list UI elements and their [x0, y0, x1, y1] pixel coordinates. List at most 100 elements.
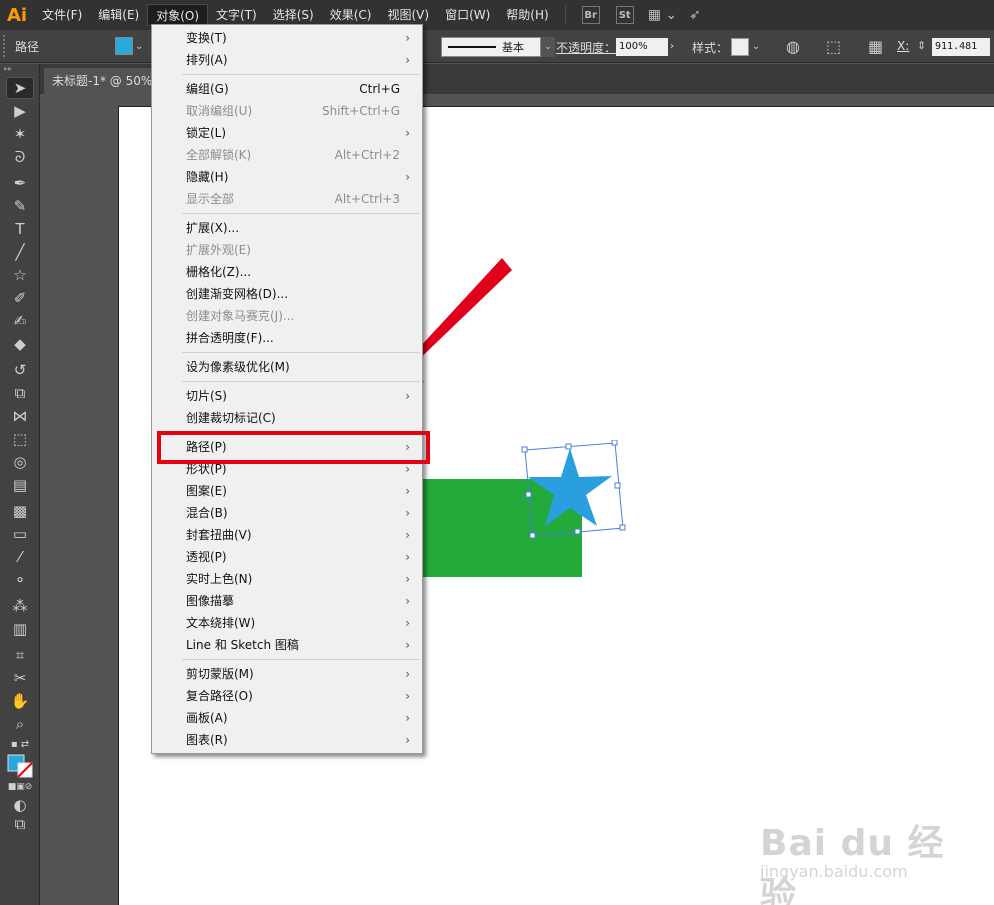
scale-tool-icon[interactable]: ⧉ — [6, 382, 34, 404]
screen-mode-icon[interactable]: ⧉ — [6, 815, 34, 833]
object-menu-item[interactable]: 隐藏(H) › — [152, 166, 422, 188]
object-menu-item[interactable]: 变换(T) › — [152, 27, 422, 49]
rotate-tool-icon[interactable]: ↺ — [6, 359, 34, 381]
object-menu-item[interactable]: 扩展(X)... — [152, 217, 422, 239]
object-menu-item[interactable]: 创建渐变网格(D)... — [152, 283, 422, 305]
object-menu-item[interactable]: 排列(A) › — [152, 49, 422, 71]
object-menu-item[interactable]: 图表(R) › — [152, 729, 422, 751]
eraser-tool-icon[interactable]: ◆ — [6, 333, 34, 355]
lasso-tool-icon[interactable]: ᘐ — [6, 146, 34, 168]
object-menu-item[interactable]: 设为像素级优化(M) — [152, 356, 422, 378]
menu-item-label: 变换(T) — [186, 31, 227, 45]
star-tool-icon[interactable]: ☆ — [6, 264, 34, 286]
direct-selection-tool-icon[interactable]: ▶ — [6, 100, 34, 122]
color-mode-icons[interactable]: ■▣⊘ — [6, 780, 34, 794]
object-menu-item[interactable]: Line 和 Sketch 图稿 › — [152, 634, 422, 656]
blend-tool-icon[interactable]: ⚬ — [6, 569, 34, 591]
drawing-mode-icon[interactable]: ◐ — [6, 795, 34, 815]
reference-point-icon[interactable]: ▦ — [868, 37, 883, 56]
eyedropper-tool-icon[interactable]: ⁄ — [6, 546, 34, 568]
menu-select[interactable]: 选择(S) — [265, 4, 322, 26]
hand-tool-icon[interactable]: ✋ — [6, 690, 34, 712]
width-tool-icon[interactable]: ⋈ — [6, 405, 34, 427]
artboard-tool-icon[interactable]: ⌗ — [6, 644, 34, 666]
paintbrush-tool-icon[interactable]: ✐ — [6, 287, 34, 309]
object-menu-item[interactable]: 混合(B) › — [152, 502, 422, 524]
object-menu-item: 创建对象马赛克(J)... — [152, 305, 422, 327]
object-menu-item[interactable]: 图案(E) › — [152, 480, 422, 502]
menu-object[interactable]: 对象(O) — [147, 4, 209, 26]
menu-item-label: 扩展(X)... — [186, 221, 240, 235]
selection-tool-icon[interactable]: ➤ — [6, 77, 34, 99]
object-menu-item[interactable]: 透视(P) › — [152, 546, 422, 568]
object-menu-item[interactable]: 拼合透明度(F)... — [152, 327, 422, 349]
menu-type[interactable]: 文字(T) — [208, 4, 265, 26]
object-menu-item[interactable]: 图像描摹 › — [152, 590, 422, 612]
x-coordinate-input[interactable]: 911.481 — [932, 38, 990, 56]
object-menu-item[interactable]: 文本绕排(W) › — [152, 612, 422, 634]
menu-item-label: 隐藏(H) — [186, 170, 229, 184]
graphic-style-swatch[interactable] — [731, 38, 749, 56]
object-menu-item[interactable]: 剪切蒙版(M) › — [152, 663, 422, 685]
opacity-input[interactable]: 100% — [616, 38, 668, 56]
menu-item-label: 文本绕排(W) — [186, 616, 256, 630]
menu-item-label: 编组(G) — [186, 82, 229, 96]
chevron-down-icon[interactable]: ⌄ — [541, 37, 555, 57]
control-bar-grip[interactable] — [3, 35, 9, 57]
type-tool-icon[interactable]: T — [6, 218, 34, 240]
curvature-tool-icon[interactable]: ✎ — [6, 195, 34, 217]
line-segment-tool-icon[interactable]: ╱ — [6, 241, 34, 263]
column-graph-tool-icon[interactable]: ▥ — [6, 618, 34, 640]
submenu-arrow-icon: › — [405, 550, 410, 564]
pen-tool-icon[interactable]: ✒ — [6, 172, 34, 194]
chevron-down-icon[interactable]: ⌄ — [752, 38, 760, 56]
menu-item-label: 剪切蒙版(M) — [186, 667, 254, 681]
object-menu-item[interactable]: 复合路径(O) › — [152, 685, 422, 707]
workspace-layout-icon[interactable]: ▦ ⌄ — [648, 7, 677, 23]
menu-separator — [152, 656, 422, 663]
menu-window[interactable]: 窗口(W) — [437, 4, 498, 26]
menu-view[interactable]: 视图(V) — [379, 4, 437, 26]
symbol-sprayer-tool-icon[interactable]: ⁂ — [6, 595, 34, 617]
free-transform-tool-icon[interactable]: ⬚ — [6, 428, 34, 450]
bridge-button[interactable]: Br — [581, 6, 600, 24]
gpu-performance-icon[interactable]: ➶ — [689, 7, 701, 23]
gradient-tool-icon[interactable]: ▭ — [6, 523, 34, 545]
chevron-right-icon[interactable]: › — [670, 38, 684, 56]
menu-file[interactable]: 文件(F) — [34, 4, 90, 26]
stepper-icon[interactable]: ⇕ — [917, 39, 926, 52]
blob-brush-tool-icon[interactable]: ✍ — [6, 310, 34, 332]
document-tab[interactable]: 未标题-1* @ 50% — [44, 68, 161, 94]
align-to-selection-icon[interactable]: ⬚ — [826, 37, 841, 56]
object-menu-item[interactable]: 创建裁切标记(C) — [152, 407, 422, 429]
blue-star-selected[interactable] — [520, 439, 630, 540]
swap-colors-icon[interactable]: ▪ ⇄ — [6, 736, 34, 752]
recolor-artwork-icon[interactable]: ◍ — [786, 37, 800, 56]
slice-tool-icon[interactable]: ✂ — [6, 667, 34, 689]
panel-collapse-icon[interactable]: ▸▸ — [0, 64, 39, 76]
stock-button[interactable]: St — [615, 6, 634, 24]
object-menu-item[interactable]: 实时上色(N) › — [152, 568, 422, 590]
stroke-profile-field[interactable]: 基本 — [441, 37, 541, 57]
object-menu-item[interactable]: 切片(S) › — [152, 385, 422, 407]
shape-builder-tool-icon[interactable]: ◎ — [6, 451, 34, 473]
object-menu-item[interactable]: 编组(G) Ctrl+G — [152, 78, 422, 100]
chevron-down-icon[interactable]: ⌄ — [135, 41, 149, 52]
menu-item-label: 图表(R) — [186, 733, 228, 747]
perspective-grid-tool-icon[interactable]: ▤ — [6, 474, 34, 496]
mesh-tool-icon[interactable]: ▩ — [6, 500, 34, 522]
object-menu-item[interactable]: 栅格化(Z)... — [152, 261, 422, 283]
object-menu-item[interactable]: 画板(A) › — [152, 707, 422, 729]
object-menu-item[interactable]: 封套扭曲(V) › — [152, 524, 422, 546]
fill-stroke-swatches[interactable] — [6, 753, 34, 779]
zoom-tool-icon[interactable]: ⌕ — [6, 713, 34, 735]
object-menu-item[interactable]: 锁定(L) › — [152, 122, 422, 144]
fill-color-swatch[interactable] — [115, 37, 133, 55]
opacity-label[interactable]: 不透明度： — [556, 39, 616, 56]
menu-separator — [152, 71, 422, 78]
magic-wand-tool-icon[interactable]: ✶ — [6, 123, 34, 145]
menu-effect[interactable]: 效果(C) — [322, 4, 380, 26]
menu-edit[interactable]: 编辑(E) — [90, 4, 147, 26]
menu-help[interactable]: 帮助(H) — [498, 4, 556, 26]
baidu-jingyan-watermark: Bai du 经验 jingyan.baidu.com — [760, 800, 950, 905]
